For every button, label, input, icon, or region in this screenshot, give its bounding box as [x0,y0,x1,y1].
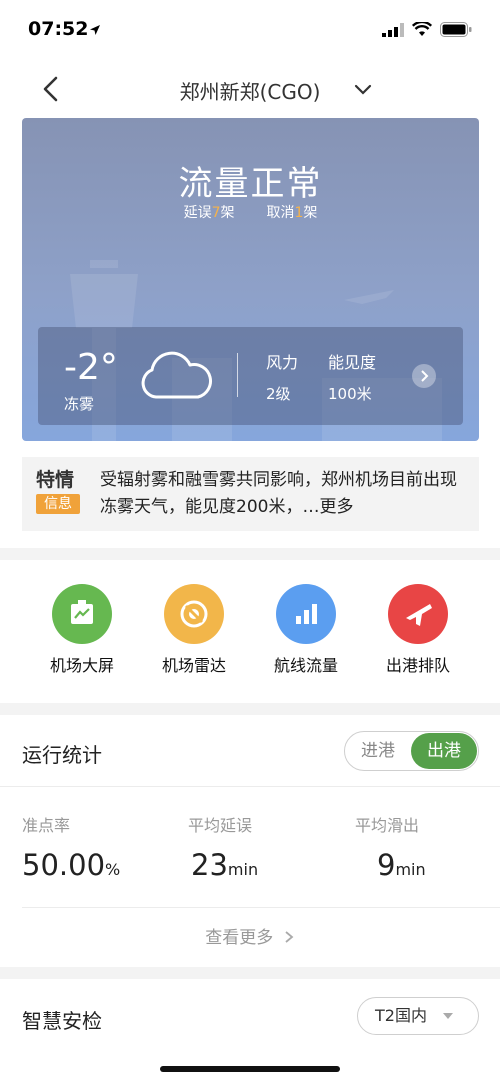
tab-arrival[interactable]: 进港 [345,732,411,770]
airport-title[interactable]: 郑州新郑(CGO) [0,76,500,105]
visibility-value: 100米 [328,385,372,403]
chevron-right-icon [285,931,294,943]
divider [22,907,500,908]
home-indicator [160,1066,340,1072]
chevron-right-icon[interactable] [412,364,436,388]
visibility-label: 能见度 [328,353,377,372]
screen-icon [52,584,112,644]
wifi-icon [412,22,432,36]
status-bar: 07:52 [0,0,500,60]
weather-condition: 冻雾 [64,395,95,413]
metric-avg-taxi-out: 平均滑出 9min [355,816,426,882]
tab-departure[interactable]: 出港 [411,733,477,769]
operation-stats: 运行统计 进港 出港 准点率 50.00% 平均延误 23min 平均滑出 9m… [0,715,500,967]
wind-value: 2级 [266,385,291,403]
arrival-departure-toggle[interactable]: 进港 出港 [344,731,479,771]
security-title: 智慧安检 [22,1009,102,1033]
action-route-flow[interactable]: 航线流量 [256,584,356,676]
metric-on-time-rate: 准点率 50.00% [22,816,121,882]
notice-text: 受辐射雾和融雪雾共同影响，郑州机场目前出现冻雾天气，能见度200米，…更多 [100,470,457,517]
terminal-select[interactable]: T2国内 [357,997,479,1035]
action-airport-screen[interactable]: 机场大屏 [32,584,132,676]
wind-label: 风力 [266,353,299,372]
notice-more-link[interactable]: 更多 [319,497,353,517]
caret-down-icon [443,1013,453,1019]
metric-avg-delay: 平均延误 23min [188,816,259,882]
view-more-link[interactable]: 查看更多 [0,923,500,948]
status-icons [382,22,472,37]
weather-panel[interactable]: -2° 冻雾 风力 2级 能见度 100米 [38,327,463,425]
chevron-down-icon[interactable] [352,78,374,100]
radar-icon [164,584,224,644]
flow-status-card[interactable]: 流量正常 延误7架 取消1架 -2° 冻雾 风力 2级 能见度 100米 [22,118,479,441]
flow-counts: 延误7架 取消1架 [22,202,479,222]
nav-bar: 郑州新郑(CGO) [0,60,500,118]
divider [0,786,500,787]
delay-count: 延误7架 [183,205,235,221]
signal-icon [382,22,404,37]
airplane-icon [388,584,448,644]
special-notice[interactable]: 特情 信息 受辐射雾和融雪雾共同影响，郑州机场目前出现冻雾天气，能见度200米，… [22,457,479,531]
cloud-icon [141,351,212,399]
location-arrow-icon [90,25,100,35]
notice-badge: 特情 信息 [36,468,84,514]
temperature: -2° [64,347,118,388]
bar-chart-icon [276,584,336,644]
action-departure-queue[interactable]: 出港排队 [368,584,468,676]
quick-actions: 机场大屏 机场雷达 航线流量 出港排队 [0,560,500,703]
stats-title: 运行统计 [22,743,102,767]
flow-status: 流量正常 [178,164,323,204]
status-time: 07:52 [28,18,89,40]
divider [237,353,238,397]
cancel-count: 取消1架 [266,205,318,221]
battery-icon [440,22,472,37]
action-airport-radar[interactable]: 机场雷达 [144,584,244,676]
